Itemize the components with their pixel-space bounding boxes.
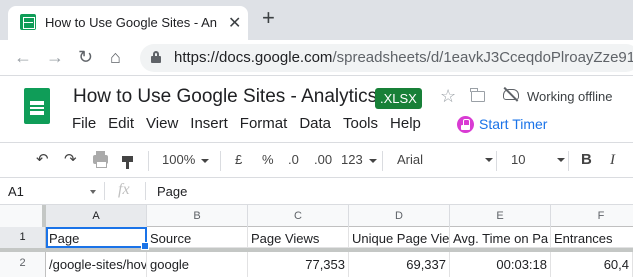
column-header-c[interactable]: C — [248, 205, 349, 227]
forward-icon[interactable]: → — [46, 46, 64, 68]
home-icon[interactable]: ⌂ — [110, 46, 121, 68]
table-cell[interactable]: /google-sites/hov — [46, 252, 147, 277]
column-header-d[interactable]: D — [349, 205, 450, 227]
currency-format-button[interactable]: £ — [235, 151, 242, 169]
table-cell[interactable]: 69,337 — [349, 252, 450, 277]
column-header-a[interactable]: A — [46, 205, 147, 227]
fx-icon: fx — [118, 181, 130, 198]
reload-icon[interactable]: ↻ — [78, 46, 93, 68]
cloud-offline-icon — [503, 89, 519, 100]
column-headers: A B C D E F — [0, 205, 633, 227]
font-select[interactable]: Arial — [397, 151, 493, 169]
column-header-b[interactable]: B — [147, 205, 248, 227]
menu-insert[interactable]: Insert — [184, 115, 234, 135]
table-cell[interactable]: 00:03:18 — [450, 252, 551, 277]
browser-tab[interactable]: How to Use Google Sites - Analyti ✕ — [8, 6, 248, 40]
toolbar-divider — [148, 151, 149, 171]
menu-help[interactable]: Help — [384, 115, 427, 135]
star-icon[interactable]: ☆ — [440, 86, 456, 107]
zoom-select[interactable]: 100% — [162, 151, 210, 169]
table-cell[interactable]: Entrances — [551, 227, 633, 248]
column-header-e[interactable]: E — [450, 205, 551, 227]
menu-file[interactable]: File — [66, 115, 102, 135]
address-bar[interactable]: https://docs.google.com/spreadsheets/d/1… — [140, 44, 633, 72]
table-cell[interactable]: Page Views — [248, 227, 349, 248]
back-icon[interactable]: ← — [14, 46, 32, 68]
decrease-decimal-button[interactable]: .0 — [288, 151, 299, 169]
percent-format-button[interactable]: % — [262, 151, 274, 169]
redo-icon[interactable]: ↷ — [64, 151, 77, 169]
formula-divider — [145, 182, 146, 200]
sheets-logo-icon[interactable] — [24, 88, 50, 124]
row-header[interactable]: 1 — [0, 227, 46, 248]
tab-title: How to Use Google Sites - Analyti — [45, 15, 217, 30]
table-cell[interactable]: 77,353 — [248, 252, 349, 277]
toolbar-divider — [568, 151, 569, 171]
browser-tab-strip: How to Use Google Sites - Analyti ✕ + — [0, 0, 633, 40]
bold-button[interactable]: B — [581, 151, 592, 169]
menu-data[interactable]: Data — [293, 115, 337, 135]
toolbar: ↶ ↷ 100% £ % .0 .00 123 Arial 10 B I — [0, 142, 633, 178]
select-all-corner[interactable] — [0, 205, 46, 227]
offline-status: Working offline — [527, 89, 613, 104]
file-format-badge: .XLSX — [375, 88, 422, 109]
table-cell[interactable]: Unique Page Vie — [349, 227, 450, 248]
menu-tools[interactable]: Tools — [337, 115, 384, 135]
start-timer-link[interactable]: Start Timer — [479, 116, 547, 132]
print-icon[interactable] — [93, 151, 108, 168]
new-tab-icon[interactable]: + — [262, 7, 275, 29]
table-cell[interactable]: 60,4 — [551, 252, 633, 277]
more-formats-select[interactable]: 123 — [341, 151, 377, 169]
increase-decimal-button[interactable]: .00 — [314, 151, 332, 169]
menu-bar: File Edit View Insert Format Data Tools … — [66, 115, 427, 135]
table-cell[interactable]: google — [147, 252, 248, 277]
name-box-caret-icon[interactable] — [90, 190, 96, 194]
formula-divider — [104, 182, 105, 200]
formula-input[interactable]: Page — [157, 184, 187, 199]
paint-format-icon[interactable] — [122, 156, 133, 169]
close-tab-icon[interactable]: ✕ — [228, 13, 241, 33]
lock-icon — [151, 51, 161, 63]
move-folder-icon[interactable] — [470, 88, 485, 102]
table-cell[interactable]: Avg. Time on Pa — [450, 227, 551, 248]
name-box[interactable]: A1 — [8, 184, 24, 199]
menu-format[interactable]: Format — [234, 115, 294, 135]
timer-icon[interactable] — [457, 116, 474, 133]
toolbar-divider — [382, 151, 383, 171]
row-header[interactable]: 2 — [0, 252, 46, 277]
italic-button[interactable]: I — [610, 151, 615, 169]
active-cell-selection[interactable] — [46, 227, 149, 250]
formula-bar: A1 fx Page — [0, 178, 633, 205]
menu-view[interactable]: View — [140, 115, 184, 135]
browser-navbar: ← → ↻ ⌂ https://docs.google.com/spreadsh… — [0, 40, 633, 76]
toolbar-divider — [496, 151, 497, 171]
table-cell[interactable]: Source — [147, 227, 248, 248]
document-title[interactable]: How to Use Google Sites - Analytics — [73, 86, 377, 108]
table-row: 2 /google-sites/hov google 77,353 69,337… — [0, 252, 633, 277]
url-text: https://docs.google.com/spreadsheets/d/1… — [174, 49, 633, 66]
column-header-f[interactable]: F — [551, 205, 633, 227]
font-size-select[interactable]: 10 — [511, 151, 565, 169]
toolbar-divider — [220, 151, 221, 171]
menu-edit[interactable]: Edit — [102, 115, 140, 135]
undo-icon[interactable]: ↶ — [36, 151, 49, 169]
sheets-favicon-icon — [20, 14, 36, 30]
